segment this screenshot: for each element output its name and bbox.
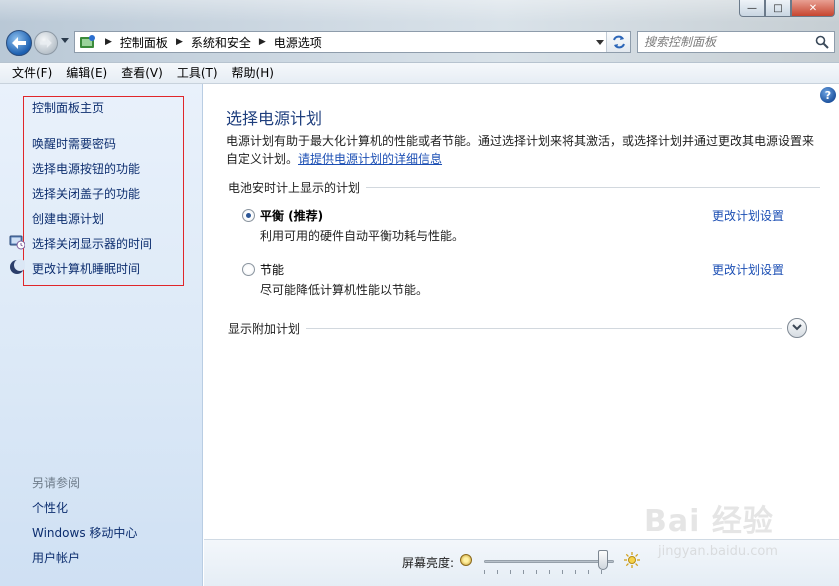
help-icon[interactable]: ? <box>820 87 836 103</box>
plan-details-link[interactable]: 请提供电源计划的详细信息 <box>298 152 442 166</box>
left-navigation-pane: 控制面板主页 唤醒时需要密码 选择电源按钮的功能 选择关闭盖子的功能 创建电源计… <box>0 84 203 586</box>
see-also-user-accounts[interactable]: 用户帐户 <box>32 549 80 566</box>
sidebar-link-power-button[interactable]: 选择电源按钮的功能 <box>32 160 140 177</box>
main-content: ? 选择电源计划 电源计划有助于最大化计算机的性能或者节能。通过选择计划来将其激… <box>204 84 839 539</box>
brightness-slider-track[interactable] <box>484 560 614 563</box>
section-additional-plans: 显示附加计划 <box>228 320 782 336</box>
menu-tools[interactable]: 工具(T) <box>170 63 225 83</box>
plan-power-saver-radio[interactable] <box>242 263 255 276</box>
monitor-clock-icon <box>9 235 25 250</box>
forward-button[interactable] <box>34 31 58 55</box>
close-button[interactable]: ✕ <box>791 0 835 17</box>
section-additional-label[interactable]: 显示附加计划 <box>228 320 306 337</box>
recent-pages-chevron-icon[interactable] <box>61 38 69 43</box>
refresh-button[interactable] <box>606 32 630 52</box>
bright-sun-icon <box>624 552 640 568</box>
section-battery-label: 电池安时计上显示的计划 <box>228 180 361 195</box>
breadcrumb-system-security[interactable]: 系统和安全 <box>191 34 251 51</box>
brightness-label: 屏幕亮度: <box>402 556 455 570</box>
window-controls: — □ ✕ <box>739 0 835 17</box>
brightness-bar: 屏幕亮度: <box>204 539 839 586</box>
menu-edit[interactable]: 编辑(E) <box>59 63 114 83</box>
breadcrumb-power-options[interactable]: 电源选项 <box>274 34 322 51</box>
section-divider <box>306 327 782 329</box>
expand-additional-plans-button[interactable] <box>787 318 807 338</box>
plan-power-saver-desc: 尽可能降低计算机性能以节能。 <box>260 283 429 297</box>
breadcrumb-separator[interactable]: ▶ <box>176 37 183 47</box>
dim-brightness-icon <box>460 554 472 566</box>
chevron-down-icon <box>792 324 802 331</box>
sidebar-link-wake-password[interactable]: 唤醒时需要密码 <box>32 135 116 152</box>
arrow-left-icon <box>12 37 26 49</box>
address-bar[interactable]: ▶ 控制面板 ▶ 系统和安全 ▶ 电源选项 <box>74 31 631 53</box>
breadcrumb-separator: ▶ <box>105 37 112 47</box>
section-divider <box>366 186 820 188</box>
plan-power-saver-name[interactable]: 节能 <box>260 261 284 278</box>
sidebar-link-sleep-time[interactable]: 更改计算机睡眠时间 <box>32 260 140 277</box>
section-battery-plans: 电池安时计上显示的计划 <box>228 179 820 195</box>
sidebar-link-create-plan[interactable]: 创建电源计划 <box>32 210 104 227</box>
back-button[interactable] <box>6 30 32 56</box>
address-dropdown-icon[interactable] <box>596 40 604 45</box>
minimize-button[interactable]: — <box>739 0 765 17</box>
menu-file[interactable]: 文件(F) <box>5 63 59 83</box>
brightness-slider-thumb[interactable] <box>598 550 608 570</box>
plan-balanced: 平衡 (推荐) 利用可用的硬件自动平衡功耗与性能。 更改计划设置 <box>242 207 802 247</box>
search-icon[interactable] <box>815 35 829 49</box>
plan-balanced-radio[interactable] <box>242 209 255 222</box>
menu-view[interactable]: 查看(V) <box>114 63 170 83</box>
brightness-slider-ticks <box>484 570 614 574</box>
search-input[interactable] <box>644 32 814 52</box>
breadcrumb-separator[interactable]: ▶ <box>259 37 266 47</box>
plan-balanced-change-settings-link[interactable]: 更改计划设置 <box>712 207 784 224</box>
refresh-icon <box>612 35 625 49</box>
plan-power-saver-change-settings-link[interactable]: 更改计划设置 <box>712 261 784 278</box>
search-box[interactable] <box>637 31 835 53</box>
page-title: 选择电源计划 <box>226 109 323 128</box>
plan-balanced-desc: 利用可用的硬件自动平衡功耗与性能。 <box>260 229 465 243</box>
menu-bar: 文件(F) 编辑(E) 查看(V) 工具(T) 帮助(H) <box>0 62 839 84</box>
sidebar-link-display-off[interactable]: 选择关闭显示器的时间 <box>32 235 152 252</box>
maximize-button[interactable]: □ <box>765 0 791 17</box>
arrow-right-icon <box>40 38 52 48</box>
breadcrumb-control-panel[interactable]: 控制面板 <box>120 34 168 51</box>
see-also-heading: 另请参阅 <box>32 476 81 490</box>
moon-sleep-icon <box>10 259 25 274</box>
plan-power-saver: 节能 尽可能降低计算机性能以节能。 更改计划设置 <box>242 261 802 301</box>
control-panel-home-link[interactable]: 控制面板主页 <box>32 99 104 116</box>
sidebar-link-lid-close[interactable]: 选择关闭盖子的功能 <box>32 185 140 202</box>
see-also-personalization[interactable]: 个性化 <box>32 499 68 516</box>
see-also-mobility-center[interactable]: Windows 移动中心 <box>32 524 137 541</box>
control-panel-icon <box>80 35 95 48</box>
page-description: 电源计划有助于最大化计算机的性能或者节能。通过选择计划来将其激活，或选择计划并通… <box>226 132 816 168</box>
plan-balanced-name[interactable]: 平衡 (推荐) <box>260 207 323 224</box>
menu-help[interactable]: 帮助(H) <box>225 63 281 83</box>
